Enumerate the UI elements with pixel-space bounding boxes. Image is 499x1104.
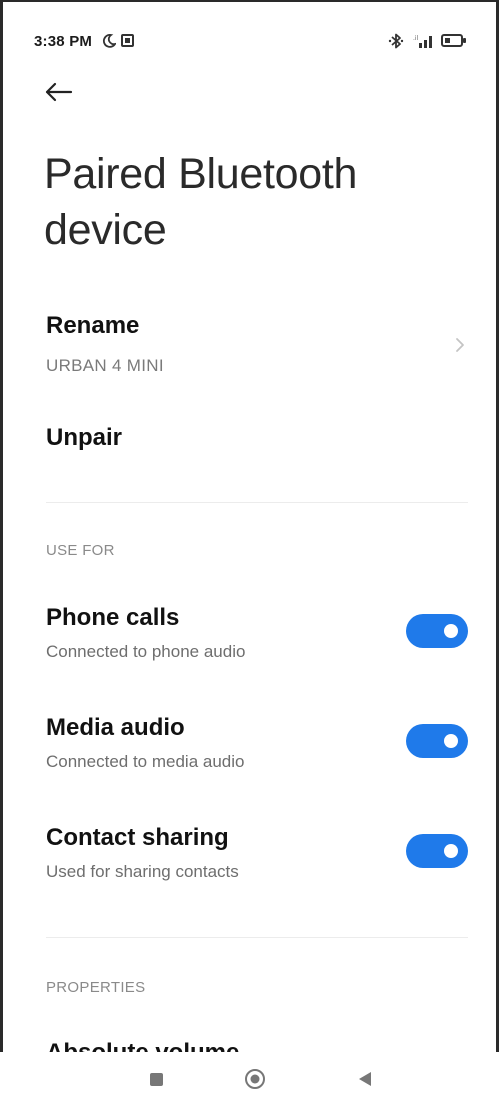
toggle-knob xyxy=(444,624,458,638)
toggle-knob xyxy=(444,844,458,858)
back-arrow-icon[interactable] xyxy=(40,78,76,106)
unpair-row[interactable]: Unpair xyxy=(0,410,499,470)
rename-label: Rename xyxy=(46,312,140,339)
device-frame-top xyxy=(0,0,499,2)
signal-icon: .il xyxy=(413,35,432,48)
setting-row-media-audio[interactable]: Media audio Connected to media audio xyxy=(0,702,499,782)
page-title: Paired Bluetooth device xyxy=(44,150,358,254)
device-frame-left xyxy=(0,0,3,1104)
recents-icon[interactable] xyxy=(150,1073,163,1086)
toggle-knob xyxy=(444,734,458,748)
moon-icon xyxy=(102,34,116,48)
setting-title: Phone calls xyxy=(46,604,180,631)
absolute-volume-row[interactable]: Absolute volume xyxy=(0,1026,499,1052)
chevron-right-icon xyxy=(456,338,464,352)
divider xyxy=(46,937,468,938)
bluetooth-icon xyxy=(388,33,404,49)
unpair-label: Unpair xyxy=(46,424,123,451)
back-icon[interactable] xyxy=(358,1071,372,1087)
phone-calls-toggle[interactable] xyxy=(406,614,468,648)
setting-subtitle: Connected to phone audio xyxy=(46,642,246,661)
section-header-use-for: USE FOR xyxy=(46,542,115,559)
device-name: URBAN 4 MINI xyxy=(46,356,164,375)
battery-icon xyxy=(441,34,466,47)
notification-icon xyxy=(121,34,134,47)
rename-row[interactable]: Rename URBAN 4 MINI xyxy=(0,300,499,390)
media-audio-toggle[interactable] xyxy=(406,724,468,758)
setting-subtitle: Used for sharing contacts xyxy=(46,862,239,881)
section-header-properties: PROPERTIES xyxy=(46,979,146,996)
setting-row-phone-calls[interactable]: Phone calls Connected to phone audio xyxy=(0,592,499,672)
status-bar: 3:38 PM .il xyxy=(0,26,499,58)
navigation-bar xyxy=(0,1052,499,1104)
setting-row-contact-sharing[interactable]: Contact sharing Used for sharing contact… xyxy=(0,812,499,892)
setting-title: Media audio xyxy=(46,714,185,741)
setting-subtitle: Connected to media audio xyxy=(46,752,245,771)
svg-text:.il: .il xyxy=(413,35,419,42)
home-icon[interactable] xyxy=(244,1068,266,1090)
divider xyxy=(46,502,468,503)
status-time: 3:38 PM xyxy=(34,33,93,50)
contact-sharing-toggle[interactable] xyxy=(406,834,468,868)
setting-title: Contact sharing xyxy=(46,824,229,851)
absolute-volume-label: Absolute volume xyxy=(46,1039,239,1052)
